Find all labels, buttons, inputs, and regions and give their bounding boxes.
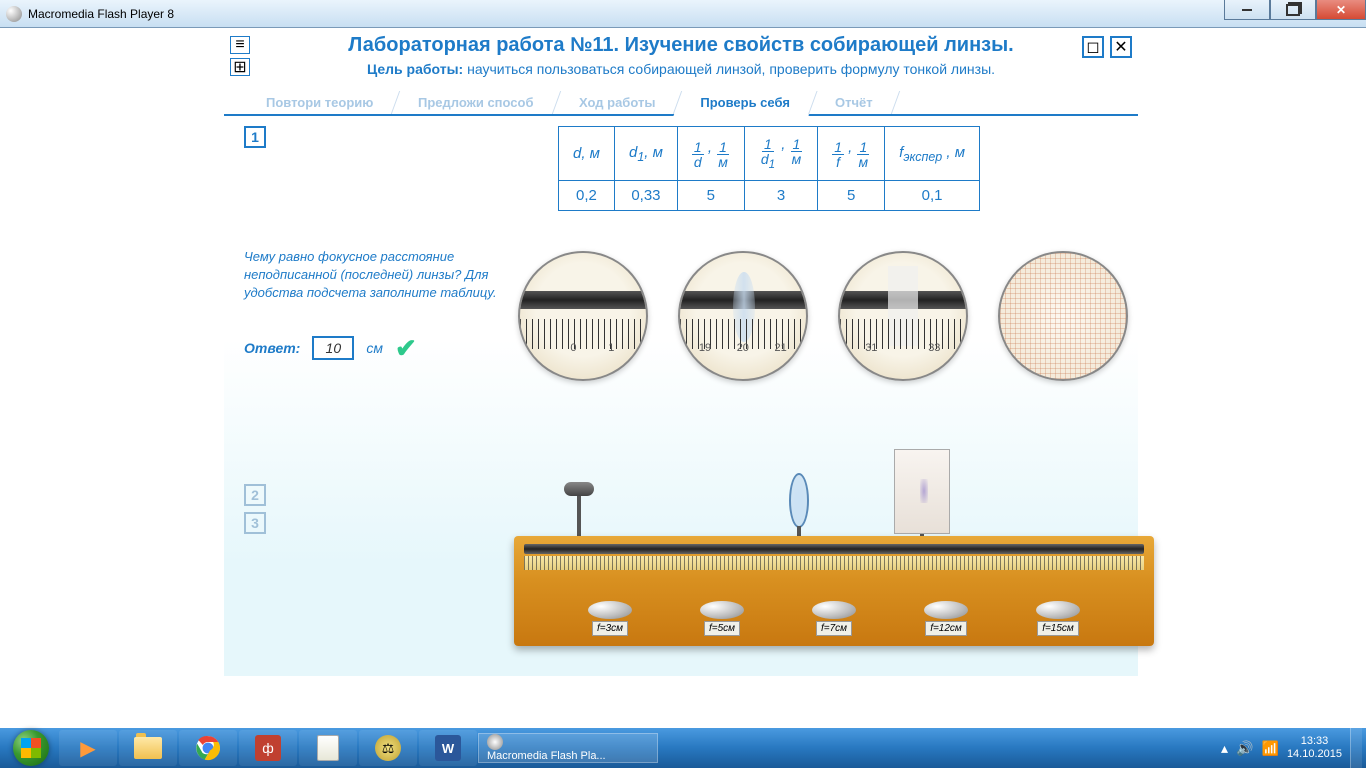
question-2-button[interactable]: 2 — [244, 484, 266, 506]
magnifier-screen[interactable]: 31 33 — [838, 251, 968, 381]
tab-check[interactable]: Проверь себя — [674, 91, 818, 116]
projection-screen[interactable] — [894, 449, 950, 546]
cell-fexp[interactable]: 0,1 — [885, 181, 980, 211]
taskbar-app-scales[interactable]: ⚖ — [359, 730, 417, 766]
calculator-icon[interactable]: ⊞ — [230, 58, 250, 76]
start-button[interactable] — [4, 728, 58, 768]
magnifier-lens[interactable]: 19 20 21 — [678, 251, 808, 381]
show-desktop-button[interactable] — [1350, 728, 1362, 768]
lens-button-3cm[interactable]: f=3см — [588, 601, 632, 636]
taskbar-running-flash[interactable]: Macromedia Flash Pla... — [478, 733, 658, 763]
tab-theory[interactable]: Повтори теорию — [240, 91, 401, 114]
lens-button-7cm[interactable]: f=7см — [812, 601, 856, 636]
lens-button-15cm[interactable]: f=15см — [1036, 601, 1080, 636]
cell-1f[interactable]: 5 — [818, 181, 885, 211]
taskbar-media-player[interactable]: ▶ — [59, 730, 117, 766]
taskbar-notepad[interactable] — [299, 730, 357, 766]
th-1d: 1d , 1м — [677, 127, 744, 181]
flash-app: ≡ ⊞ ◻ ✕ Лабораторная работа №11. Изучени… — [224, 28, 1138, 728]
question-3-button[interactable]: 3 — [244, 512, 266, 534]
tab-report[interactable]: Отчёт — [809, 91, 900, 114]
taskbar-app-red[interactable]: ф — [239, 730, 297, 766]
exit-icon[interactable]: ✕ — [1110, 36, 1132, 58]
th-1f: 1f , 1м — [818, 127, 885, 181]
lab-title: Лабораторная работа №11. Изучение свойст… — [234, 34, 1128, 57]
answer-input[interactable] — [312, 336, 354, 360]
maximize-button[interactable] — [1270, 0, 1316, 20]
magnifier-source[interactable]: 0 1 — [518, 251, 648, 381]
answer-unit: см — [366, 340, 383, 356]
flash-icon — [6, 6, 22, 22]
optical-bench: f=3см f=5см f=7см f=12см f=15см — [514, 416, 1154, 646]
bench-rail — [524, 544, 1144, 554]
tray-up-icon[interactable]: ▴ — [1221, 740, 1228, 757]
cell-1d[interactable]: 5 — [677, 181, 744, 211]
tray-clock[interactable]: 13:33 14.10.2015 — [1287, 735, 1342, 761]
tab-method[interactable]: Предложи способ — [392, 91, 561, 114]
tray-network-icon[interactable]: 📶 — [1262, 740, 1279, 757]
th-d1: d1, м — [614, 127, 677, 181]
taskbar-word[interactable]: W — [419, 730, 477, 766]
fullscreen-icon[interactable]: ◻ — [1082, 36, 1104, 58]
taskbar-explorer[interactable] — [119, 730, 177, 766]
taskbar: ▶ ф ⚖ W Macromedia Flash Pla... ▴ 🔊 📶 13… — [0, 728, 1366, 768]
taskbar-chrome[interactable] — [179, 730, 237, 766]
lens-button-12cm[interactable]: f=12см — [924, 601, 968, 636]
lab-goal: Цель работы: научиться пользоваться соби… — [234, 61, 1128, 77]
window-titlebar: Macromedia Flash Player 8 — [0, 0, 1366, 28]
question-1-button[interactable]: 1 — [244, 126, 266, 148]
magnifier-image[interactable] — [998, 251, 1128, 381]
tab-procedure[interactable]: Ход работы — [553, 91, 683, 114]
menu-icon[interactable]: ≡ — [230, 36, 250, 54]
bench-ruler — [524, 556, 1144, 570]
data-table: d, м d1, м 1d , 1м 1d1 , 1м 1f , 1м fэкс… — [558, 126, 980, 211]
window-title: Macromedia Flash Player 8 — [28, 7, 174, 21]
tray-volume-icon[interactable]: 🔊 — [1236, 740, 1253, 757]
th-1d1: 1d1 , 1м — [744, 127, 817, 181]
cell-d1[interactable]: 0,33 — [614, 181, 677, 211]
question-text: Чему равно фокусное расстояние неподписа… — [244, 248, 498, 303]
tabs-bar: Повтори теорию Предложи способ Ход работ… — [224, 91, 1138, 116]
th-fexp: fэкспер , м — [885, 127, 980, 181]
cell-d[interactable]: 0,2 — [559, 181, 615, 211]
answer-label: Ответ: — [244, 340, 300, 356]
close-button[interactable] — [1316, 0, 1366, 20]
check-icon[interactable]: ✔ — [395, 333, 417, 364]
minimize-button[interactable] — [1224, 0, 1270, 20]
th-d: d, м — [559, 127, 615, 181]
cell-1d1[interactable]: 3 — [744, 181, 817, 211]
lens-button-5cm[interactable]: f=5см — [700, 601, 744, 636]
